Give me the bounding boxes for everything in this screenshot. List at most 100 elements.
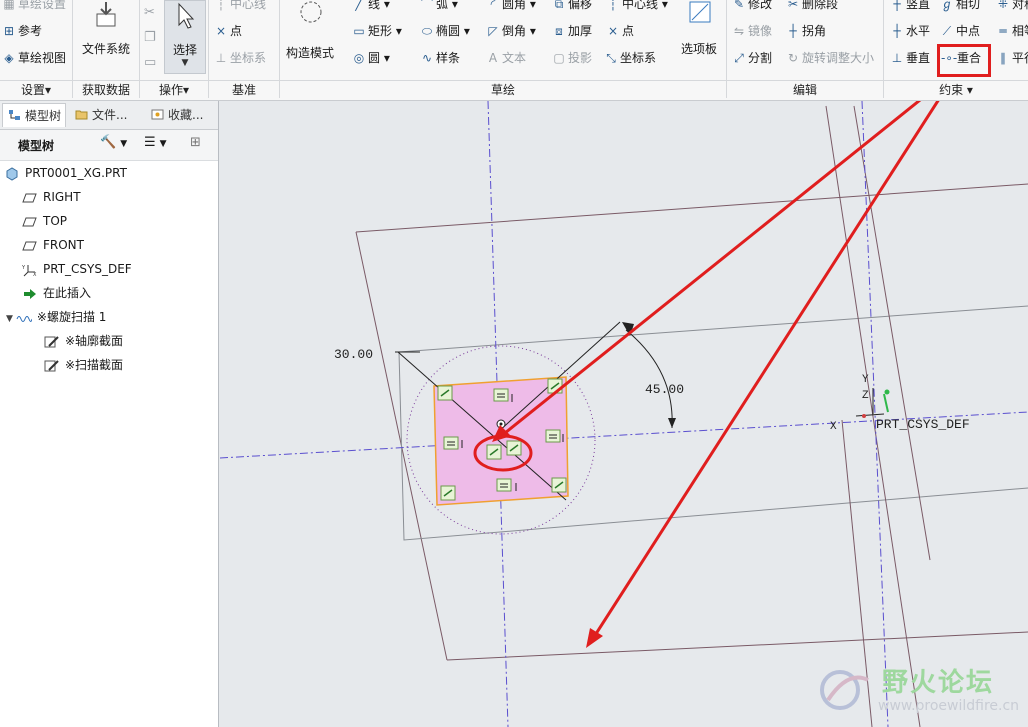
palette-button[interactable]: 选项板 xyxy=(676,0,722,57)
svg-text:Y: Y xyxy=(22,265,26,271)
watermark-url: www.proewildfire.cn xyxy=(878,698,1020,714)
equal-constraint-marker[interactable] xyxy=(496,478,512,492)
ellipse-tool-button[interactable]: ⬭ 椭圆 ▾ xyxy=(420,21,470,41)
copy-icon[interactable]: ❐ xyxy=(144,25,160,50)
text-tool-button[interactable]: A 文本 xyxy=(486,48,526,68)
centerline-tool-button[interactable]: ┆ 中心线 ▾ xyxy=(606,0,667,14)
thicken-tool-button[interactable]: ⧈ 加厚 xyxy=(552,21,592,41)
rotate-resize-button[interactable]: ↻ 旋转调整大小 xyxy=(786,48,874,68)
tree-item-right[interactable]: RIGHT xyxy=(22,186,81,208)
delete-segment-button[interactable]: ✂ 删除段 xyxy=(786,0,838,14)
corner-button[interactable]: ┼ 拐角 xyxy=(786,21,826,41)
horizontal-constraint-button[interactable]: ┼ 水平 xyxy=(890,21,930,41)
vertical-constraint-button[interactable]: ┼ 竖直 xyxy=(890,0,930,14)
hammer-icon: 🔨 xyxy=(100,135,117,150)
tree-item-profile-section[interactable]: ※轴廓截面 xyxy=(44,330,123,352)
csys-name-label[interactable]: PRT_CSYS_DEF xyxy=(876,417,970,432)
csys-z-label: Z xyxy=(862,390,869,402)
rotate-resize-icon: ↻ xyxy=(787,51,799,65)
point-x-icon: × xyxy=(607,24,619,38)
offset-tool-button[interactable]: ⧉ 偏移 xyxy=(552,0,592,14)
equal-constraint-button[interactable]: ═相等 xyxy=(996,21,1028,41)
dimension-30[interactable]: 30.00 xyxy=(334,347,373,362)
chevron-down-icon: ▼ xyxy=(120,139,128,149)
mirror-button[interactable]: ⇋ 镜像 xyxy=(732,21,772,41)
equal-constraint-marker[interactable] xyxy=(545,429,561,443)
tangent-constraint-icon: ℊ xyxy=(940,0,953,11)
thicken-icon: ⧈ xyxy=(555,24,563,38)
watermark: 野火论坛 www.proewildfire.cn xyxy=(818,660,1024,722)
expand-arrow-icon[interactable]: ▼ xyxy=(6,314,13,324)
cut-icon[interactable]: ✂ xyxy=(144,0,160,25)
rectangle-tool-button[interactable]: ▭ 矩形 ▾ xyxy=(352,21,402,41)
fillet-tool-button[interactable]: ◜ 圆角 ▾ xyxy=(486,0,536,14)
tangent-constraint-button[interactable]: ℊ 相切 xyxy=(940,0,980,14)
dimension-45[interactable]: 45.00 xyxy=(645,382,684,397)
datum-plane-icon xyxy=(22,217,37,226)
sketch-view-button[interactable]: ◈ 草绘视图 xyxy=(2,48,66,68)
divide-button[interactable]: ⤢ 分割 xyxy=(732,48,772,68)
tree-item-top[interactable]: TOP xyxy=(22,210,67,232)
settings-group-label[interactable]: 设置▾ xyxy=(0,80,72,99)
tab-file-browser[interactable]: 文件... xyxy=(70,103,144,127)
sketch-setup-button[interactable]: ▦ 草绘设置 xyxy=(2,0,66,14)
sketch-csys-button[interactable]: ⤡ 坐标系 xyxy=(604,48,656,68)
project-tool-button[interactable]: ▢ 投影 xyxy=(552,48,592,68)
references-button[interactable]: ⊞ 参考 xyxy=(2,21,42,41)
offset-icon: ⧉ xyxy=(554,0,564,11)
symmetric-constraint-button[interactable]: ⁜对称 xyxy=(996,0,1028,14)
model-tree-icon xyxy=(9,110,20,120)
constraint-group-label[interactable]: 约束 ▾ xyxy=(884,80,1028,99)
tree-settings-button[interactable]: 🔨 ▼ xyxy=(100,135,127,150)
spline-tool-button[interactable]: ∿ 样条 xyxy=(420,48,460,68)
panel-tabs: 模型树 文件... 收藏... xyxy=(0,101,218,130)
construction-mode-button[interactable]: 构造模式 xyxy=(282,0,338,61)
chamfer-tool-button[interactable]: ◸ 倒角 ▾ xyxy=(486,21,535,41)
point-tool-button[interactable]: × 点 xyxy=(606,21,634,41)
line-tool-button[interactable]: ╱ 线 ▾ xyxy=(352,0,389,14)
select-button[interactable]: 选择 ▼ xyxy=(164,0,206,74)
datum-centerline-button[interactable]: ┆ 中心线 xyxy=(214,0,266,14)
rectangle-icon: ▭ xyxy=(353,24,365,38)
datum-plane-icon xyxy=(22,193,37,202)
paste-icon[interactable]: ▭ xyxy=(144,50,160,75)
tree-filter-button[interactable]: ⊞ xyxy=(190,135,201,150)
perpendicular-constraint-button[interactable]: ⊥ 垂直 xyxy=(890,48,930,68)
equal-constraint-marker[interactable] xyxy=(443,436,459,450)
sketch-view-icon: ◈ xyxy=(4,51,14,65)
tab-favorites[interactable]: 收藏... xyxy=(146,103,216,127)
sketch-viewport[interactable]: 30.00 45.00 Y Z X PRT_CSYS_DEF xyxy=(219,101,1028,727)
centerline-icon: ┆ xyxy=(609,0,617,11)
equal-constraint-marker[interactable] xyxy=(493,388,509,402)
center-point-dot xyxy=(499,422,503,426)
circle-icon: ◎ xyxy=(353,51,365,65)
construction-mode-icon xyxy=(300,1,322,23)
tree-item-sweep-section[interactable]: ※扫描截面 xyxy=(44,354,123,376)
file-system-button[interactable]: 文件系统 xyxy=(76,0,136,57)
datum-point-button[interactable]: × 点 xyxy=(214,21,242,41)
modify-button[interactable]: ✎ 修改 xyxy=(732,0,772,14)
midpoint-constraint-button[interactable]: ⟋ 中点 xyxy=(940,21,980,41)
coincident-highlight-box xyxy=(937,44,991,77)
folder-icon xyxy=(75,110,88,120)
show-menu-button[interactable]: ☰ ▼ xyxy=(144,135,167,150)
angle-arrowhead xyxy=(668,418,676,428)
csys-x-label: X xyxy=(830,421,837,433)
tree-item-front[interactable]: FRONT xyxy=(22,234,84,256)
tree-item-csys[interactable]: Y X PRT_CSYS_DEF xyxy=(22,258,132,280)
graphics-window[interactable]: 30.00 45.00 Y Z X PRT_CSYS_DEF 野火论坛 www.… xyxy=(219,101,1028,727)
ops-group-label[interactable]: 操作▾ xyxy=(140,80,208,99)
datum-csys-button[interactable]: ⊥ 坐标系 xyxy=(214,48,266,68)
fillet-icon: ◜ xyxy=(490,0,496,11)
circle-tool-button[interactable]: ◎ 圆 ▾ xyxy=(352,48,390,68)
tab-model-tree[interactable]: 模型树 xyxy=(2,103,66,127)
tree-item-helical-sweep[interactable]: ▼ ※螺旋扫描 1 xyxy=(6,306,106,328)
tree-item-part[interactable]: PRT0001_XG.PRT xyxy=(4,162,127,184)
arc-tool-button[interactable]: ⌒ 弧 ▾ xyxy=(420,0,458,14)
list-icon: ☰ xyxy=(144,135,156,150)
tree-item-insert-here[interactable]: 在此插入 xyxy=(22,282,91,304)
divide-icon: ⤢ xyxy=(734,51,744,65)
parallel-constraint-button[interactable]: ∥平行 xyxy=(996,48,1028,68)
horizontal-constraint-icon: ┼ xyxy=(893,24,901,38)
file-system-icon xyxy=(96,2,116,27)
